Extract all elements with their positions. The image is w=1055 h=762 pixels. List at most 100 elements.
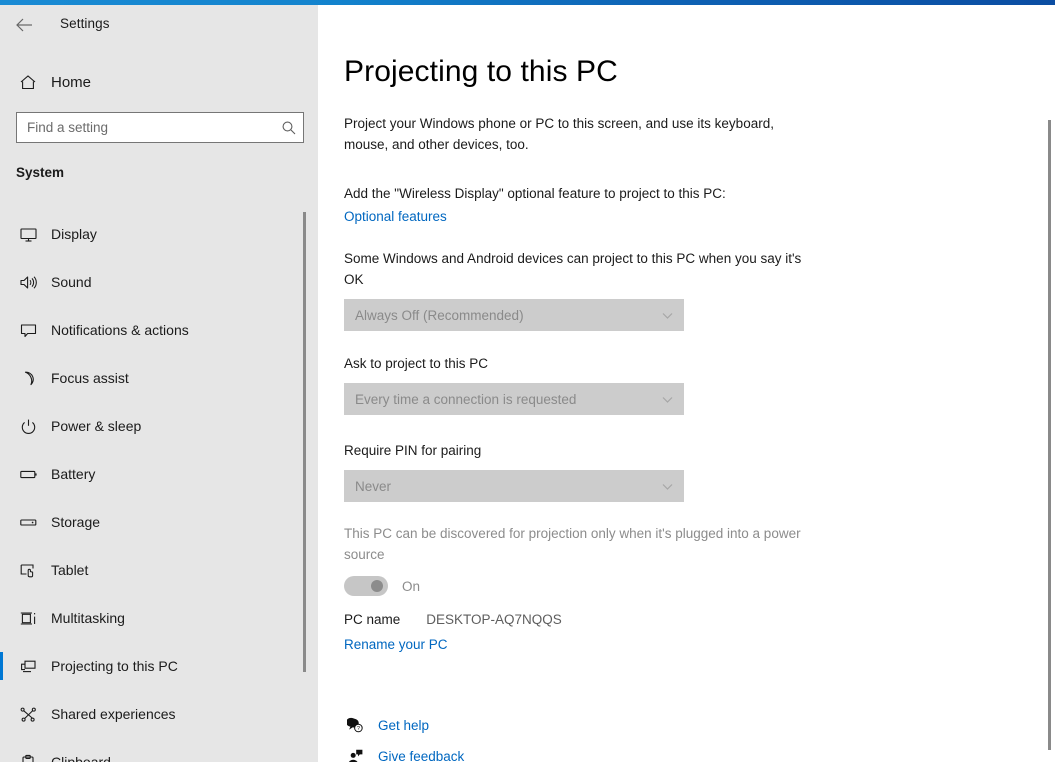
selection-indicator <box>0 604 3 632</box>
selection-indicator <box>0 412 3 440</box>
setting-group-power-source: This PC can be discovered for projection… <box>344 523 814 596</box>
chevron-down-icon <box>650 393 684 406</box>
monitor-icon <box>16 226 40 243</box>
sidebar-item-projecting-to-this-pc[interactable]: Projecting to this PC <box>0 642 318 690</box>
sidebar-item-label: Power & sleep <box>51 418 142 434</box>
sidebar-item-label: Clipboard <box>51 754 111 762</box>
speaker-icon <box>16 274 40 291</box>
sidebar-titlebar: Settings <box>0 5 318 45</box>
sidebar-item-tablet[interactable]: Tablet <box>0 546 318 594</box>
sidebar-item-label: Sound <box>51 274 92 290</box>
setting-label: Require PIN for pairing <box>344 443 482 458</box>
sidebar-item-multitasking[interactable]: Multitasking <box>0 594 318 642</box>
setting-label: Some Windows and Android devices can pro… <box>344 251 802 287</box>
back-arrow-icon[interactable] <box>8 10 40 40</box>
setting-group-ask-to-project: Ask to project to this PC Every time a c… <box>344 353 814 415</box>
setting-group-projection-consent: Some Windows and Android devices can pro… <box>344 248 814 331</box>
clipboard-icon <box>16 754 40 762</box>
feedback-person-icon <box>344 748 366 762</box>
sidebar-scrollbar[interactable] <box>303 212 306 672</box>
window-title: Settings <box>60 16 110 31</box>
sidebar-home-label: Home <box>51 73 92 91</box>
content-scrollbar[interactable] <box>1048 120 1051 750</box>
sidebar-item-notifications[interactable]: Notifications & actions <box>0 306 318 354</box>
give-feedback-link[interactable]: Give feedback <box>378 749 464 762</box>
dropdown-value: Always Off (Recommended) <box>355 307 524 323</box>
search-box[interactable] <box>16 112 304 143</box>
svg-text:?: ? <box>356 726 359 732</box>
selection-indicator <box>0 364 3 392</box>
selection-indicator <box>0 268 3 296</box>
selection-indicator <box>0 652 3 680</box>
ask-to-project-dropdown[interactable]: Every time a connection is requested <box>344 383 684 415</box>
help-bubble-icon: ? <box>344 717 366 734</box>
projection-consent-dropdown[interactable]: Always Off (Recommended) <box>344 299 684 331</box>
share-nodes-icon <box>16 706 40 723</box>
intro-text: Project your Windows phone or PC to this… <box>344 116 774 152</box>
sidebar-item-label: Focus assist <box>51 370 129 386</box>
power-source-label: This PC can be discovered for projection… <box>344 526 801 562</box>
power-source-toggle-row: On <box>344 576 814 596</box>
tablet-touch-icon <box>16 562 40 579</box>
storage-drive-icon <box>16 514 40 531</box>
pc-name-value: DESKTOP-AQ7NQQS <box>426 612 562 627</box>
selection-indicator <box>0 316 3 344</box>
sidebar-item-label: Multitasking <box>51 610 125 626</box>
chevron-down-icon <box>650 309 684 322</box>
sidebar-item-label: Notifications & actions <box>51 322 189 338</box>
rename-pc-link[interactable]: Rename your PC <box>344 637 448 652</box>
home-icon <box>16 74 40 91</box>
dropdown-value: Every time a connection is requested <box>355 391 577 407</box>
sidebar-item-label: Battery <box>51 466 96 482</box>
battery-icon <box>16 466 40 483</box>
sidebar-item-label: Storage <box>51 514 101 530</box>
sidebar-item-storage[interactable]: Storage <box>0 498 318 546</box>
projecting-screens-icon <box>16 658 40 675</box>
selection-indicator <box>0 556 3 584</box>
dropdown-value: Never <box>355 478 392 494</box>
selection-indicator <box>0 748 3 762</box>
sidebar-item-label: Tablet <box>51 562 89 578</box>
sidebar-item-label: Display <box>51 226 97 242</box>
sidebar-item-shared-experiences[interactable]: Shared experiences <box>0 690 318 738</box>
power-source-toggle[interactable] <box>344 576 388 596</box>
notification-balloon-icon <box>16 322 40 339</box>
power-icon <box>16 418 40 435</box>
toggle-state-label: On <box>402 578 421 594</box>
selection-indicator <box>0 700 3 728</box>
chevron-down-icon <box>650 480 684 493</box>
settings-window: Settings Home System <box>0 0 1055 762</box>
search-input[interactable] <box>17 120 275 135</box>
selection-indicator <box>0 220 3 248</box>
get-help-row[interactable]: ? Get help <box>344 710 464 741</box>
setting-group-require-pin: Require PIN for pairing Never <box>344 440 814 502</box>
sidebar-item-home[interactable]: Home <box>0 62 318 102</box>
footer-links: ? Get help Give feedback <box>344 710 464 762</box>
sidebar-item-label: Shared experiences <box>51 706 176 722</box>
sidebar-item-focus-assist[interactable]: Focus assist <box>0 354 318 402</box>
page-title: Projecting to this PC <box>344 55 618 88</box>
selection-indicator <box>0 460 3 488</box>
sidebar-section-heading: System <box>16 165 65 180</box>
require-pin-dropdown[interactable]: Never <box>344 470 684 502</box>
pc-name-label: PC name <box>344 612 401 627</box>
optional-features-link[interactable]: Optional features <box>344 209 447 224</box>
selection-indicator <box>0 508 3 536</box>
setting-label: Ask to project to this PC <box>344 356 489 371</box>
main-content: Projecting to this PC Project your Windo… <box>318 5 1055 762</box>
get-help-link[interactable]: Get help <box>378 718 429 733</box>
moon-icon <box>16 370 40 387</box>
sidebar-item-display[interactable]: Display <box>0 210 318 258</box>
pc-name-row: PC name DESKTOP-AQ7NQQS <box>344 612 562 627</box>
sidebar: Settings Home System <box>0 5 318 762</box>
sidebar-item-clipboard[interactable]: Clipboard <box>0 738 318 762</box>
toggle-knob <box>371 580 383 592</box>
multitasking-icon <box>16 610 40 627</box>
give-feedback-row[interactable]: Give feedback <box>344 741 464 762</box>
search-icon[interactable] <box>275 120 303 136</box>
sidebar-item-power-sleep[interactable]: Power & sleep <box>0 402 318 450</box>
sidebar-nav-list: Display Sound Notifications & actions Fo… <box>0 210 318 762</box>
sidebar-item-label: Projecting to this PC <box>51 658 178 674</box>
sidebar-item-sound[interactable]: Sound <box>0 258 318 306</box>
sidebar-item-battery[interactable]: Battery <box>0 450 318 498</box>
